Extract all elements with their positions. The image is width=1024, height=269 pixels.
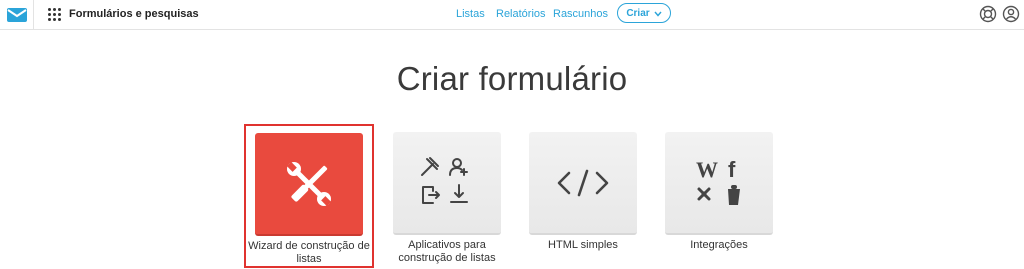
option-tile[interactable] [393,132,501,235]
option-tile[interactable]: W f [665,132,773,235]
user-icon[interactable] [1002,5,1020,23]
option-label: Aplicativos para construção de listas [398,239,496,264]
apps-tools-icon [421,156,468,204]
page-title: Criar formulário [396,60,628,97]
nav-listas[interactable]: Listas [456,7,485,21]
integrations-icon: W f [696,157,740,205]
lifebuoy-icon[interactable] [979,5,997,23]
chevron-down-icon [654,11,662,17]
nav-relatorios[interactable]: Relatórios [496,7,546,21]
create-button-label: Criar [626,7,650,19]
nav-rascunhos[interactable]: Rascunhos [553,7,608,21]
envelope-icon[interactable] [0,0,34,30]
wrench-screwdriver-icon [286,161,332,206]
app-title: Formulários e pesquisas [69,8,199,20]
option-integrations[interactable]: W f Integrações [657,124,785,268]
grid-icon[interactable] [48,8,61,21]
option-label: Integrações [690,239,748,251]
option-list-builder-wizard[interactable]: Wizard de construção de listas [244,124,374,268]
option-tile[interactable] [255,133,363,236]
option-plain-html[interactable]: HTML simples [521,124,649,268]
option-list-building-apps[interactable]: Aplicativos para construção de listas [385,124,513,268]
top-bar: Formulários e pesquisas Listas Relatório… [0,0,1024,30]
svg-text:W: W [696,157,718,182]
create-button[interactable]: Criar [617,3,671,23]
option-label: Wizard de construção de listas [248,240,370,265]
option-label: HTML simples [548,239,618,251]
svg-text:f: f [728,157,736,182]
option-tile[interactable] [529,132,637,235]
code-icon [557,169,609,196]
